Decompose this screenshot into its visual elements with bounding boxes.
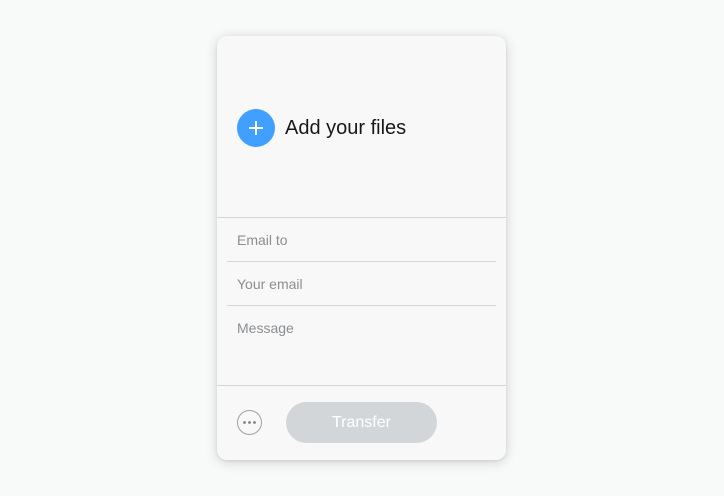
email-to-input[interactable]	[227, 218, 496, 261]
field-divider	[227, 305, 496, 306]
plus-icon	[249, 121, 263, 135]
your-email-input[interactable]	[227, 262, 496, 305]
more-options-button[interactable]	[237, 410, 262, 435]
message-input[interactable]	[227, 315, 496, 385]
more-options-icon	[243, 421, 256, 424]
transfer-button[interactable]: Transfer	[286, 402, 437, 443]
footer-divider	[217, 385, 506, 386]
add-files-button[interactable]	[237, 109, 275, 147]
transfer-card: Add your files Transfer	[217, 36, 506, 460]
add-files-label[interactable]: Add your files	[285, 114, 406, 142]
upload-area[interactable]: Add your files	[217, 36, 506, 217]
